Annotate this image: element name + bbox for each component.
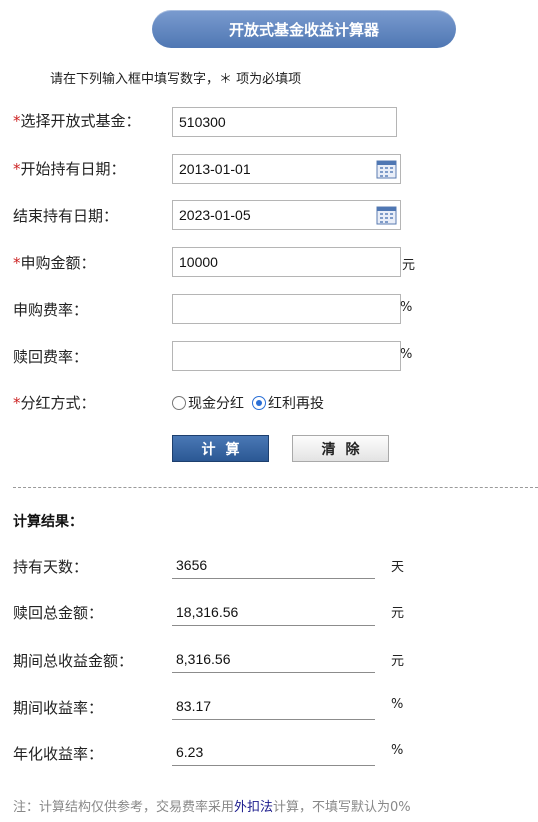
- required-star: *: [13, 112, 21, 130]
- result-value: 6.23: [172, 738, 375, 766]
- result-label: 年化收益率：: [13, 745, 104, 763]
- redeem-fee-unit: %: [400, 347, 413, 362]
- dividend-radio-group: 现金分红 红利再投: [172, 393, 332, 413]
- start-date-input[interactable]: 2013-01-01: [172, 154, 401, 184]
- result-unit: %: [391, 697, 404, 712]
- result-unit: %: [391, 743, 404, 758]
- section-divider: [13, 487, 538, 488]
- radio-label: 现金分红: [188, 396, 244, 412]
- instruction-text: 请在下列输入框中填写数字，＊ 项为必填项: [50, 72, 302, 87]
- results-heading: 计算结果：: [13, 514, 83, 530]
- dividend-option-cash[interactable]: 现金分红: [172, 393, 244, 413]
- result-unit: 元: [391, 654, 405, 669]
- amount-unit: 元: [402, 258, 416, 273]
- required-star: *: [13, 254, 21, 272]
- page-title: 开放式基金收益计算器: [152, 10, 456, 48]
- amount-input[interactable]: 10000: [172, 247, 401, 277]
- calendar-icon[interactable]: [376, 159, 397, 179]
- end-date-label: 结束持有日期：: [13, 207, 119, 225]
- fund-code-input[interactable]: 510300: [172, 107, 397, 137]
- result-value: 8,316.56: [172, 645, 375, 673]
- result-unit: 元: [391, 606, 405, 621]
- radio-button[interactable]: [172, 396, 186, 410]
- radio-label: 红利再投: [268, 396, 324, 412]
- dividend-label: *分红方式：: [13, 394, 96, 412]
- start-date-label: *开始持有日期：: [13, 160, 126, 178]
- result-value: 83.17: [172, 692, 375, 720]
- external-deduction-link[interactable]: 外扣法: [234, 800, 273, 815]
- result-label: 期间总收益金额：: [13, 652, 134, 670]
- purchase-fee-unit: %: [400, 300, 413, 315]
- radio-button-selected[interactable]: [252, 396, 266, 410]
- result-value: 3656: [172, 551, 375, 579]
- required-star: *: [13, 394, 21, 412]
- fund-label: *选择开放式基金：: [13, 112, 141, 130]
- calendar-icon[interactable]: [376, 205, 397, 225]
- result-unit: 天: [391, 560, 405, 575]
- footnote: 注：计算结构仅供参考，交易费率采用外扣法计算，不填写默认为0%: [13, 800, 411, 815]
- result-label: 持有天数：: [13, 558, 89, 576]
- result-value: 18,316.56: [172, 598, 375, 626]
- result-label: 期间收益率：: [13, 699, 104, 717]
- clear-button[interactable]: 清除: [292, 435, 389, 462]
- redeem-fee-label: 赎回费率：: [13, 348, 89, 366]
- purchase-fee-input[interactable]: [172, 294, 401, 324]
- amount-label: *申购金额：: [13, 254, 96, 272]
- required-star: *: [13, 160, 21, 178]
- result-label: 赎回总金额：: [13, 604, 104, 622]
- redeem-fee-input[interactable]: [172, 341, 401, 371]
- dividend-option-reinvest[interactable]: 红利再投: [252, 393, 324, 413]
- end-date-input[interactable]: 2023-01-05: [172, 200, 401, 230]
- purchase-fee-label: 申购费率：: [13, 301, 89, 319]
- calculate-button[interactable]: 计算: [172, 435, 269, 462]
